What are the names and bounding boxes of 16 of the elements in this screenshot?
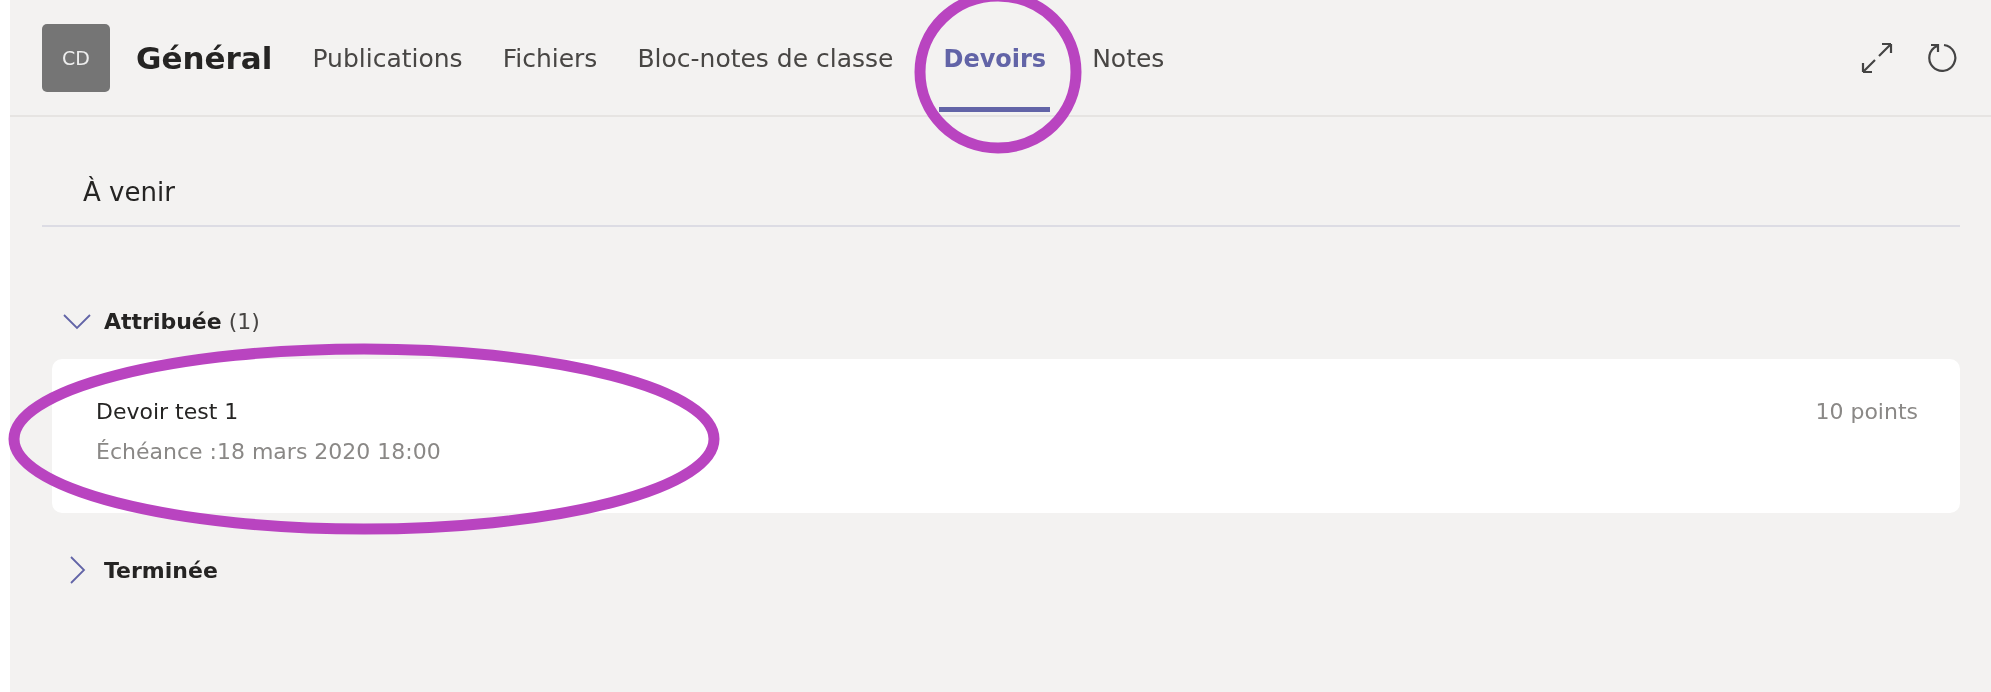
tab[interactable]: Fichiers: [482, 24, 618, 112]
team-title: Général: [136, 39, 273, 76]
tab[interactable]: Devoirs: [939, 25, 1051, 112]
team-avatar: CD: [42, 23, 110, 92]
group-count: (1): [228, 308, 260, 334]
points-label: 10 points: [1815, 399, 1918, 426]
group-label[interactable]: Attribuée: [104, 308, 222, 334]
expand-icon[interactable]: [1860, 40, 1894, 75]
tab[interactable]: Publications: [292, 24, 483, 112]
group-label[interactable]: Terminée: [104, 557, 218, 583]
assignment-title: Devoir test 1: [96, 399, 240, 424]
section-heading: À venir: [42, 117, 1960, 227]
tab[interactable]: Notes: [1072, 24, 1185, 112]
tab[interactable]: Bloc-notes de classe: [617, 24, 914, 112]
due-date: Échéance :18 mars 2020 18:00: [96, 439, 441, 464]
assignment-card[interactable]: Devoir test 1 Échéance :18 mars 2020 18:00 10 points: [52, 359, 1960, 513]
